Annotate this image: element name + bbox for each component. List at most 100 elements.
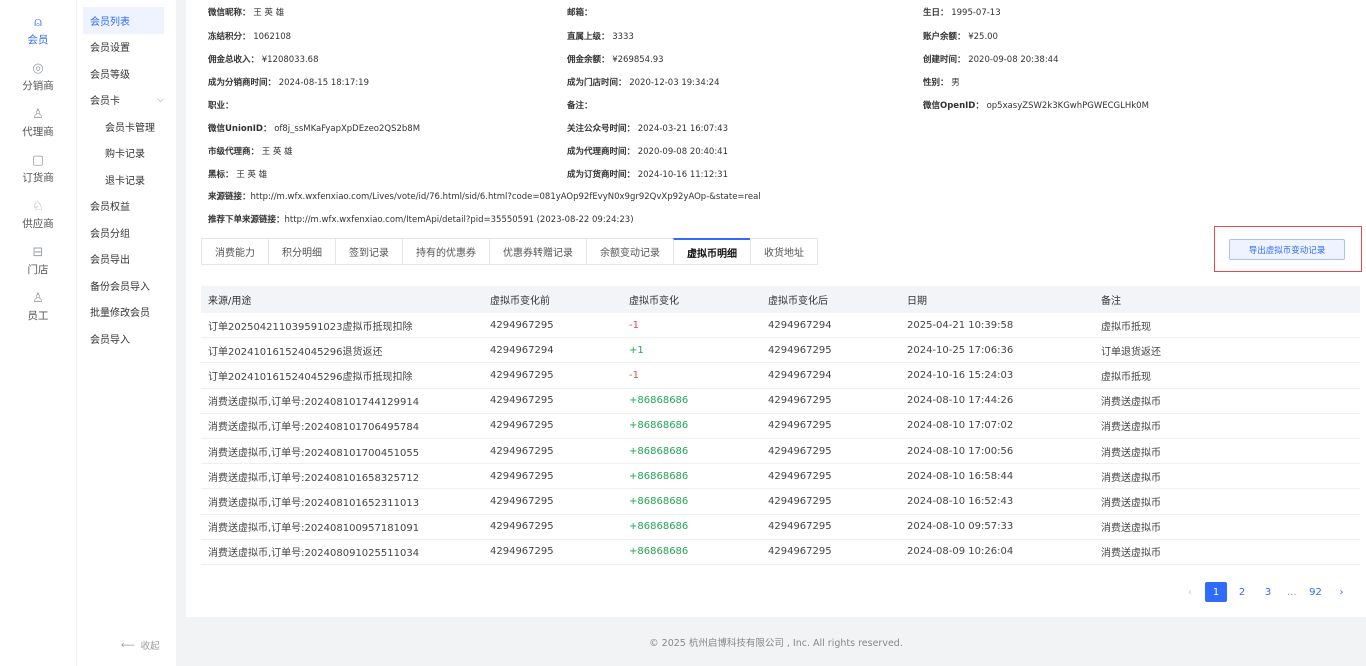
submenu-item-12[interactable]: 会员导入 <box>77 325 176 352</box>
info-unionid: 微信UnionID： of8j_ssMKaFyapXpDEzeo2QS2b8M <box>208 124 421 134</box>
coin-detail-table: 来源/用途 虚拟币变化前 虚拟币变化 虚拟币变化后 日期 备注 订单20250421103… <box>201 286 1360 565</box>
tab-6[interactable]: 虚拟币明细 <box>673 238 750 265</box>
table-cell: 订单202504211039591023虚拟币抵现扣除 <box>208 321 413 333</box>
submenu-item-label: 会员权益 <box>90 202 130 214</box>
pagination-page[interactable]: 92 <box>1305 582 1327 602</box>
submenu-item-label: 购卡记录 <box>105 149 145 161</box>
submenu-item-9[interactable]: 会员导出 <box>77 246 176 273</box>
table-cell: 2024-10-25 17:06:36 <box>907 344 1014 356</box>
table-cell: -1 <box>629 319 639 331</box>
table-cell: 消费送虚拟币,订单号:202408101652311013 <box>208 497 420 509</box>
rail-item-3[interactable]: ▢ 订货商 <box>0 146 76 192</box>
tab-5[interactable]: 余额变动记录 <box>586 238 673 265</box>
submenu-item-0[interactable]: 会员列表 <box>83 7 164 34</box>
table-cell: +86868686 <box>629 395 689 407</box>
info-store-time: 成为门店时间： 2020-12-03 19:34:24 <box>567 78 720 88</box>
rail-item-1[interactable]: ◎ 分销商 <box>0 54 76 100</box>
info-recommend-link: 推荐下单来源链接：http://m.wfx.wxfenxiao.com/Item… <box>208 215 634 225</box>
order-icon: ▢ <box>31 152 45 168</box>
pagination-page[interactable]: 2 <box>1231 582 1253 602</box>
rail-item-label: 订货商 <box>22 171 54 184</box>
rail-item-2[interactable]: ♙ 代理商 <box>0 100 76 146</box>
tab-0[interactable]: 消费能力 <box>201 238 268 265</box>
table-cell: +86868686 <box>629 546 689 558</box>
tab-2[interactable]: 签到记录 <box>335 238 402 265</box>
submenu-item-5[interactable]: 购卡记录 <box>77 140 176 167</box>
table-cell: -1 <box>629 369 639 381</box>
member-detail-card: 微信昵称： 王 英 雄 邮箱： 生日： 1995-07-13 冻结积分： 106… <box>186 0 1366 617</box>
info-commission-total: 佣金总收入： ¥1208033.68 <box>208 55 319 65</box>
member-submenu: 会员列表 会员设置 会员等级 会员卡 ⌵ 会员卡管理 购卡记录 退卡记录 会员权益 会员分组 会员导… <box>76 0 176 666</box>
table-cell: +86868686 <box>629 495 689 507</box>
table-cell: 虚拟币抵现 <box>1101 321 1151 333</box>
info-superior: 直属上级： 3333 <box>567 32 634 42</box>
pagination-next[interactable]: › <box>1331 582 1353 602</box>
table-cell: 4294967295 <box>490 319 554 331</box>
table-row: 订单202504211039591023虚拟币抵现扣除 4294967295 -1 4… <box>201 313 1360 339</box>
table-cell: 4294967295 <box>768 344 832 356</box>
tab-7[interactable]: 收货地址 <box>750 238 818 265</box>
collapse-label: 收起 <box>140 641 160 652</box>
distributor-icon: ◎ <box>32 60 44 76</box>
submenu-item-label: 会员列表 <box>90 16 130 28</box>
submenu-item-7[interactable]: 会员权益 <box>77 193 176 220</box>
collapse-button[interactable]: ⟵ 收起 <box>121 638 160 653</box>
submenu-item-4[interactable]: 会员卡管理 <box>77 113 176 140</box>
table-cell: 消费送虚拟币 <box>1101 472 1161 484</box>
main-area: 微信昵称： 王 英 雄 邮箱： 生日： 1995-07-13 冻结积分： 106… <box>186 0 1366 666</box>
table-cell: 4294967295 <box>490 395 554 407</box>
table-cell: 4294967295 <box>768 420 832 432</box>
table-cell: 4294967295 <box>490 369 554 381</box>
submenu-item-6[interactable]: 退卡记录 <box>77 166 176 193</box>
rail-item-4[interactable]: ♘ 供应商 <box>0 192 76 238</box>
info-nickname: 微信昵称： 王 英 雄 <box>208 8 285 18</box>
pagination-page[interactable]: 3 <box>1257 582 1279 602</box>
table-cell: 4294967295 <box>768 395 832 407</box>
detail-tabs: 消费能力 积分明细 签到记录 持有的优惠券 优惠券转赠记录 余额变动记录 虚拟币明细 收货地址 <box>201 238 818 265</box>
rail-item-label: 代理商 <box>22 125 54 138</box>
submenu-item-3[interactable]: 会员卡 ⌵ <box>77 87 176 114</box>
table-row: 订单2024101615240452​96退货返还 4294967294 +1 429… <box>201 338 1360 364</box>
pagination-prev[interactable]: ‹ <box>1179 582 1201 602</box>
column-header: 虚拟币变化后 <box>768 296 828 307</box>
table-cell: +86868686 <box>629 445 689 457</box>
export-coin-records-button[interactable]: 导出虚拟币变动记录 <box>1229 239 1345 260</box>
table-row: 消费送虚拟币,订单号:202408101652311013 4294967295 +… <box>201 489 1360 515</box>
tab-4[interactable]: 优惠券转赠记录 <box>489 238 586 265</box>
submenu-item-10[interactable]: 备份会员导入 <box>77 272 176 299</box>
info-email: 邮箱： <box>567 8 593 18</box>
table-cell: 4294967295 <box>490 420 554 432</box>
table-cell: 2025-04-21 10:39:58 <box>907 319 1014 331</box>
submenu-item-11[interactable]: 批量修改会员 <box>77 299 176 326</box>
chevron-down-icon: ⌵ <box>157 94 164 105</box>
column-header: 虚拟币变化前 <box>490 296 550 307</box>
tab-1[interactable]: 积分明细 <box>268 238 335 265</box>
info-agent-time: 成为代理商时间： 2020-09-08 20:40:41 <box>567 147 728 157</box>
table-cell: 2024-08-10 16:58:44 <box>907 470 1014 482</box>
table-cell: 订单202410161524045296虚拟币抵现扣除 <box>208 371 413 383</box>
tab-3[interactable]: 持有的优惠券 <box>402 238 489 265</box>
rail-item-6[interactable]: ♙ 员工 <box>0 284 76 330</box>
pagination-page[interactable]: 1 <box>1205 582 1227 602</box>
info-balance: 账户余额： ¥25.00 <box>923 32 998 42</box>
supplier-icon: ♘ <box>32 198 44 214</box>
table-cell: 2024-08-10 09:57:33 <box>907 521 1014 533</box>
table-cell: +86868686 <box>629 470 689 482</box>
user-icon: ⍝ <box>34 14 42 30</box>
table-cell: 消费送虚拟币 <box>1101 397 1161 409</box>
submenu-item-2[interactable]: 会员等级 <box>77 60 176 87</box>
table-cell: 4294967295 <box>768 521 832 533</box>
column-header: 虚拟币变化 <box>629 296 679 307</box>
rail-item-0[interactable]: ⍝ 会员 <box>0 8 76 54</box>
table-cell: 订单退货返还 <box>1101 346 1161 358</box>
table-row: 订单202410161524045296虚拟币抵现扣除 4294967295 -1 4… <box>201 363 1360 389</box>
info-gender: 性别： 男 <box>923 78 960 88</box>
info-follow: 关注公众号时间： 2024-03-21 16:07:43 <box>567 124 728 134</box>
info-remark: 备注： <box>567 101 593 111</box>
submenu-item-8[interactable]: 会员分组 <box>77 219 176 246</box>
rail-item-5[interactable]: ⊟ 门店 <box>0 238 76 284</box>
submenu-item-label: 批量修改会员 <box>90 308 150 320</box>
submenu-item-1[interactable]: 会员设置 <box>77 34 176 61</box>
rail-item-label: 会员 <box>27 33 49 46</box>
table-cell: 4294967295 <box>490 495 554 507</box>
